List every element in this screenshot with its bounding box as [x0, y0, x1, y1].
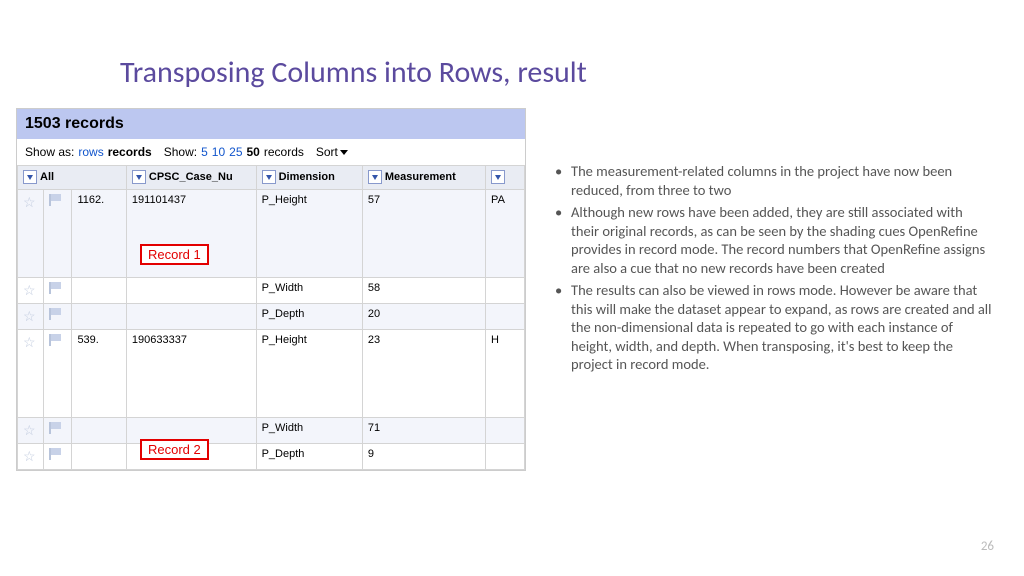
measurement-cell: 23 — [362, 330, 485, 418]
bullet-list: The measurement-related columns in the p… — [553, 162, 993, 378]
dimension-cell: P_Width — [256, 278, 362, 304]
flag-cell[interactable] — [43, 418, 72, 444]
extra-cell: H — [486, 330, 525, 418]
extra-cell: PA — [486, 190, 525, 278]
extra-cell — [486, 278, 525, 304]
slide-title: Transposing Columns into Rows, result — [120, 54, 587, 91]
show-as-label: Show as: — [25, 145, 74, 159]
dimension-cell: P_Height — [256, 190, 362, 278]
star-icon: ☆ — [23, 334, 36, 350]
dropdown-icon[interactable] — [23, 170, 37, 184]
row-number-cell — [72, 278, 126, 304]
data-table: All CPSC_Case_Nu Dimension Measurement ☆… — [17, 165, 525, 470]
show-10-link[interactable]: 10 — [212, 145, 225, 159]
show-label: Show: — [164, 145, 197, 159]
show-records-label: records — [264, 145, 304, 159]
case-cell — [126, 304, 256, 330]
extra-cell — [486, 304, 525, 330]
dimension-cell: P_Height — [256, 330, 362, 418]
flag-cell[interactable] — [43, 304, 72, 330]
measurement-cell: 9 — [362, 444, 485, 470]
measurement-cell: 58 — [362, 278, 485, 304]
flag-icon — [49, 334, 63, 346]
table-row: ☆ P_Width58 — [18, 278, 525, 304]
star-icon: ☆ — [23, 422, 36, 438]
star-cell[interactable]: ☆ — [18, 278, 44, 304]
table-row: ☆ P_Width71 — [18, 418, 525, 444]
openrefine-screenshot: 1503 records Show as: rows records Show:… — [16, 108, 526, 471]
table-row: ☆ P_Depth20 — [18, 304, 525, 330]
measurement-cell: 20 — [362, 304, 485, 330]
col-extra-header[interactable] — [486, 166, 525, 190]
case-cell: 190633337 — [126, 330, 256, 418]
row-number-cell — [72, 418, 126, 444]
bullet-item: The results can also be viewed in rows m… — [553, 281, 993, 374]
page-number: 26 — [981, 539, 994, 554]
col-case-header[interactable]: CPSC_Case_Nu — [126, 166, 256, 190]
flag-icon — [49, 448, 63, 460]
table-row: ☆ 539.190633337P_Height23H — [18, 330, 525, 418]
col-measurement-header[interactable]: Measurement — [362, 166, 485, 190]
flag-cell[interactable] — [43, 278, 72, 304]
col-dimension-header[interactable]: Dimension — [256, 166, 362, 190]
extra-cell — [486, 444, 525, 470]
record-count-header: 1503 records — [17, 109, 525, 139]
flag-icon — [49, 308, 63, 320]
star-cell[interactable]: ☆ — [18, 418, 44, 444]
row-number-cell: 539. — [72, 330, 126, 418]
table-row: ☆ P_Depth9 — [18, 444, 525, 470]
bullet-item: Although new rows have been added, they … — [553, 203, 993, 277]
dimension-cell: P_Depth — [256, 444, 362, 470]
flag-cell[interactable] — [43, 190, 72, 278]
slide: Transposing Columns into Rows, result 15… — [0, 0, 1024, 576]
show-25-link[interactable]: 25 — [229, 145, 242, 159]
star-icon: ☆ — [23, 308, 36, 324]
callout-record-1: Record 1 — [140, 244, 209, 265]
row-number-cell: 1162. — [72, 190, 126, 278]
star-cell[interactable]: ☆ — [18, 444, 44, 470]
star-icon: ☆ — [23, 448, 36, 464]
bullet-item: The measurement-related columns in the p… — [553, 162, 993, 199]
measurement-cell: 57 — [362, 190, 485, 278]
show-as-rows-link[interactable]: rows — [78, 145, 103, 159]
chevron-down-icon — [340, 150, 348, 155]
table-row: ☆1162.191101437P_Height57PA — [18, 190, 525, 278]
flag-cell[interactable] — [43, 444, 72, 470]
row-number-cell — [72, 304, 126, 330]
show-50-active: 50 — [247, 145, 260, 159]
measurement-cell: 71 — [362, 418, 485, 444]
flag-icon — [49, 194, 63, 206]
flag-cell[interactable] — [43, 330, 72, 418]
dropdown-icon[interactable] — [368, 170, 382, 184]
flag-icon — [49, 282, 63, 294]
star-icon: ☆ — [23, 282, 36, 298]
star-icon: ☆ — [23, 194, 36, 210]
row-number-cell — [72, 444, 126, 470]
dropdown-icon[interactable] — [262, 170, 276, 184]
table-header-row: All CPSC_Case_Nu Dimension Measurement — [18, 166, 525, 190]
dropdown-icon[interactable] — [132, 170, 146, 184]
view-controls: Show as: rows records Show: 5 10 25 50 r… — [17, 139, 525, 165]
extra-cell — [486, 418, 525, 444]
show-as-records-active: records — [108, 145, 152, 159]
flag-icon — [49, 422, 63, 434]
star-cell[interactable]: ☆ — [18, 304, 44, 330]
dropdown-icon[interactable] — [491, 170, 505, 184]
callout-record-2: Record 2 — [140, 439, 209, 460]
star-cell[interactable]: ☆ — [18, 190, 44, 278]
star-cell[interactable]: ☆ — [18, 330, 44, 418]
sort-button[interactable]: Sort — [316, 145, 348, 159]
dimension-cell: P_Width — [256, 418, 362, 444]
dimension-cell: P_Depth — [256, 304, 362, 330]
show-5-link[interactable]: 5 — [201, 145, 208, 159]
col-all-header[interactable]: All — [18, 166, 127, 190]
case-cell — [126, 278, 256, 304]
